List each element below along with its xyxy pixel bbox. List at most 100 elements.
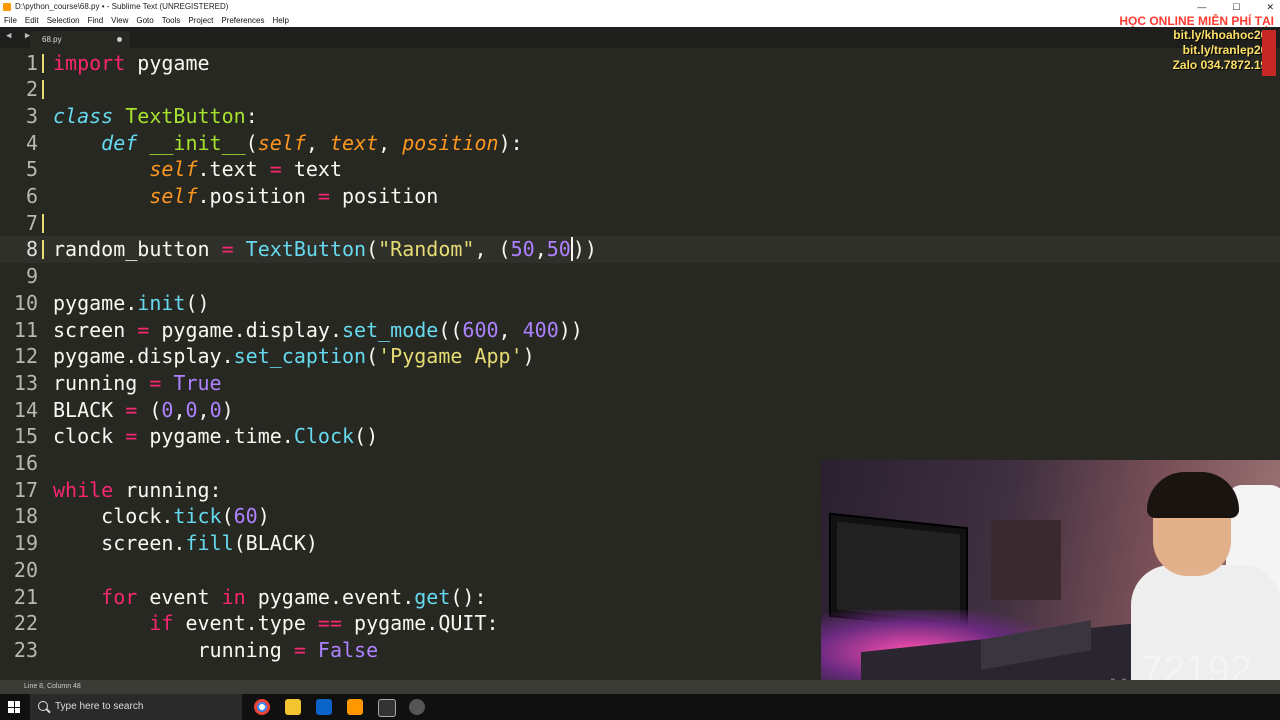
- promo-line-1: bit.ly/khoahoc20k: [1173, 28, 1274, 42]
- token: ==: [317, 611, 343, 636]
- token: (: [137, 397, 162, 422]
- code-line-current[interactable]: 8 random_button = TextButton("Random", (5…: [0, 236, 1280, 264]
- settings-icon[interactable]: [409, 699, 425, 715]
- code-line[interactable]: 9: [0, 263, 1280, 290]
- webcam-watermark: ...72192: [1107, 648, 1252, 680]
- line-number: 20: [13, 557, 38, 582]
- modified-marker: [42, 614, 44, 633]
- token: class: [53, 103, 114, 128]
- token: "Random": [378, 237, 475, 262]
- token: position: [402, 130, 499, 155]
- token: 600: [462, 317, 499, 342]
- code-line[interactable]: 6 self.position = position: [0, 183, 1280, 210]
- modified-marker: [42, 401, 44, 420]
- token: tick: [173, 504, 222, 529]
- chrome-icon[interactable]: [254, 699, 270, 715]
- line-number: 19: [13, 531, 38, 556]
- token: .text: [197, 157, 270, 182]
- sublime-text-icon[interactable]: [347, 699, 363, 715]
- token: set_mode: [342, 317, 439, 342]
- token: self: [149, 157, 198, 182]
- code-line[interactable]: 14 BLACK = (0,0,0): [0, 397, 1280, 424]
- modified-marker: [42, 294, 44, 313]
- unsaved-dot-icon[interactable]: [117, 37, 122, 42]
- menu-help[interactable]: Help: [268, 14, 292, 27]
- line-number: 13: [13, 370, 38, 395]
- token: Clock: [293, 424, 355, 449]
- token: pygame.event.: [245, 584, 415, 609]
- menu-project[interactable]: Project: [184, 14, 217, 27]
- token: fill: [185, 531, 234, 556]
- line-number: 1: [25, 50, 38, 75]
- token: get: [414, 584, 451, 609]
- token: text: [281, 157, 343, 182]
- token: 0: [161, 397, 174, 422]
- code-line[interactable]: 15 clock = pygame.time.Clock(): [0, 423, 1280, 450]
- token: =: [125, 424, 138, 449]
- token: 400: [522, 317, 559, 342]
- line-number: 14: [13, 397, 38, 422]
- token: ,: [173, 397, 186, 422]
- modified-marker: [42, 267, 44, 286]
- token: init: [137, 290, 186, 315]
- line-number: 15: [13, 424, 38, 449]
- line-number: 16: [13, 451, 38, 475]
- code-line[interactable]: 12 pygame.display.set_caption('Pygame App…: [0, 343, 1280, 370]
- close-button[interactable]: ✕: [1266, 0, 1274, 14]
- code-line[interactable]: 7: [0, 210, 1280, 237]
- menu-edit[interactable]: Edit: [21, 14, 43, 27]
- line-number: 6: [25, 184, 38, 208]
- token: ():: [450, 584, 487, 609]
- token: (: [245, 130, 258, 155]
- code-line[interactable]: 1 import pygame: [0, 50, 1280, 77]
- token: pygame.display.: [149, 317, 342, 342]
- menu-tools[interactable]: Tools: [158, 14, 185, 27]
- terminal-icon[interactable]: [378, 699, 396, 717]
- token: 60: [233, 504, 258, 529]
- code-line[interactable]: 3 class TextButton:: [0, 103, 1280, 130]
- menu-find[interactable]: Find: [84, 14, 108, 27]
- code-line[interactable]: 11 screen = pygame.display.set_mode((600,…: [0, 317, 1280, 344]
- token: ,: [197, 397, 210, 422]
- token: ,: [498, 317, 523, 342]
- menu-preferences[interactable]: Preferences: [217, 14, 268, 27]
- taskbar-search[interactable]: Type here to search: [30, 694, 242, 720]
- code-line[interactable]: 13 running = True: [0, 370, 1280, 397]
- windows-start-icon[interactable]: [8, 701, 20, 713]
- token: ,: [305, 130, 330, 155]
- code-line[interactable]: 4 def __init__(self, text, position):: [0, 130, 1280, 157]
- file-explorer-icon[interactable]: [285, 699, 301, 715]
- modified-marker: [42, 561, 44, 580]
- token: TextButton: [245, 237, 367, 262]
- menu-view[interactable]: View: [107, 14, 132, 27]
- code-line[interactable]: 2: [0, 76, 1280, 103]
- token: (: [366, 344, 379, 369]
- windows-taskbar: Type here to search: [0, 694, 1280, 720]
- menu-goto[interactable]: Goto: [132, 14, 157, 27]
- token: 0: [185, 397, 198, 422]
- token: =: [269, 157, 282, 182]
- token: (): [185, 290, 210, 315]
- mail-icon[interactable]: [316, 699, 332, 715]
- token: 50: [546, 237, 571, 262]
- line-number: 22: [13, 611, 38, 636]
- menu-bar: File Edit Selection Find View Goto Tools…: [0, 14, 1280, 27]
- minimize-button[interactable]: —: [1197, 0, 1206, 14]
- modified-marker: [42, 588, 44, 607]
- code-line[interactable]: 10 pygame.init(): [0, 290, 1280, 317]
- code-line[interactable]: 5 self.text = text: [0, 156, 1280, 183]
- modified-marker: [42, 53, 44, 73]
- token: ,: [378, 130, 403, 155]
- token: for: [101, 584, 138, 609]
- token: import: [53, 50, 126, 75]
- token: ): [257, 504, 270, 529]
- tab-68-py[interactable]: 68.py: [30, 31, 130, 48]
- token: 50: [510, 237, 535, 262]
- menu-file[interactable]: File: [0, 14, 21, 27]
- cursor-position[interactable]: Line 8, Column 48: [24, 680, 81, 694]
- token: screen.: [101, 531, 186, 556]
- menu-selection[interactable]: Selection: [43, 14, 84, 27]
- token: ): [522, 344, 535, 369]
- maximize-button[interactable]: ☐: [1232, 0, 1240, 14]
